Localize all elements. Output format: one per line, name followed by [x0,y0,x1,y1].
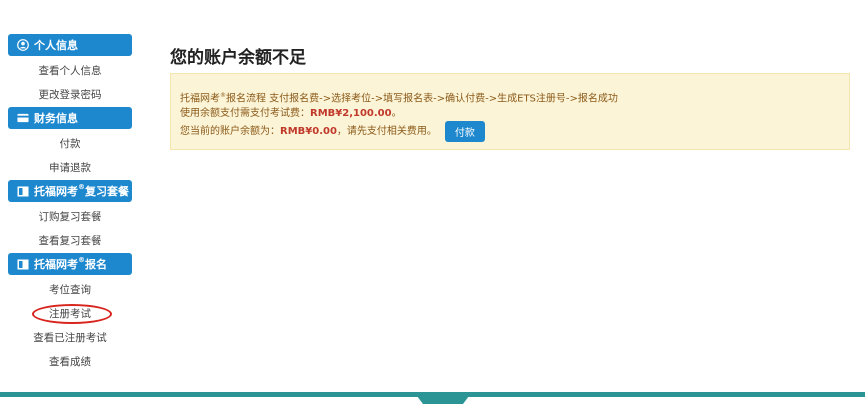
sidebar-item-label: 注册考试 [49,308,91,320]
current-balance-amount: RMB¥0.00 [280,126,337,138]
section-title: 托福网考®复习套餐 [34,183,129,198]
sidebar-item-view-profile[interactable]: 查看个人信息 [8,59,132,83]
required-fee-amount: RMB¥2,100.00 [310,108,392,120]
pay-button[interactable]: 付款 [444,121,485,143]
sidebar-item-order-package[interactable]: 订购复习套餐 [8,205,132,229]
sidebar-item-refund[interactable]: 申请退款 [8,156,132,180]
section-title: 托福网考®报名 [34,256,107,271]
sidebar-item-change-password[interactable]: 更改登录密码 [8,83,132,107]
section-title: 财务信息 [34,112,78,125]
book-icon [17,258,29,270]
page-title: 您的账户余额不足 [170,48,306,68]
sidebar-item-view-registered-exams[interactable]: 查看已注册考试 [8,326,132,350]
sidebar-item-view-scores[interactable]: 查看成绩 [8,350,132,374]
sidebar-item-view-package[interactable]: 查看复习套餐 [8,229,132,253]
process-steps-text: 托福网考®报名流程 支付报名费->选择考位->填写报名表->确认付费->生成ET… [180,92,618,105]
insufficient-balance-notice: 托福网考®报名流程 支付报名费->选择考位->填写报名表->确认付费->生成ET… [170,73,850,150]
section-header-review-packages[interactable]: 托福网考®复习套餐 [8,180,132,202]
sidebar-item-register-exam[interactable]: 注册考试 [8,302,132,326]
section-title: 个人信息 [34,39,78,52]
sidebar-nav: 个人信息 查看个人信息 更改登录密码 财务信息 付款 申请退款 托福网考®复习套… [8,34,132,374]
required-fee-text: 使用余额支付需支付考试费：RMB¥2,100.00。 [180,108,402,120]
section-header-finance-info[interactable]: 财务信息 [8,107,132,129]
user-circle-icon [17,39,29,51]
credit-card-icon [17,112,29,124]
current-balance-line: 您当前的账户余额为： RMB¥0.00 ，请先支付相关费用。 付款 [180,121,849,143]
section-header-registration[interactable]: 托福网考®报名 [8,253,132,275]
sidebar-item-seat-search[interactable]: 考位查询 [8,278,132,302]
section-header-personal-info[interactable]: 个人信息 [8,34,132,56]
sidebar-item-payment[interactable]: 付款 [8,132,132,156]
book-icon [17,185,29,197]
footer-tab [417,396,469,404]
